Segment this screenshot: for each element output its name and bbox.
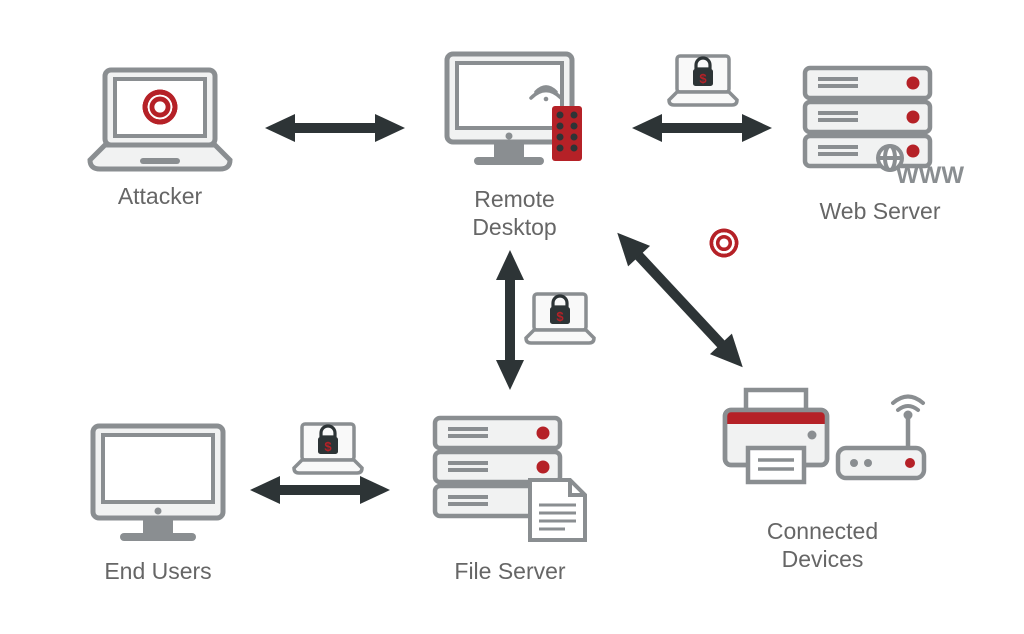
label-connected-devices: Connected Devices xyxy=(710,518,935,573)
printer-icon xyxy=(725,390,827,482)
svg-text:$: $ xyxy=(699,71,707,86)
arrow-remote-devices xyxy=(606,222,753,377)
node-remote-desktop: Remote Desktop xyxy=(432,48,597,241)
ransom-overlay-eu-fs: $ xyxy=(288,410,368,480)
server-web-icon: WWW xyxy=(790,60,970,190)
label-end-users: End Users xyxy=(78,558,238,586)
remote-control-icon xyxy=(552,106,582,161)
label-remote-desktop: Remote Desktop xyxy=(432,186,597,241)
ransom-laptop-icon: $ xyxy=(288,410,368,480)
www-label: WWW xyxy=(896,162,964,189)
arrow-users-file xyxy=(250,476,390,504)
router-icon xyxy=(838,397,924,479)
biohazard-overlay-icon xyxy=(707,226,741,260)
ransom-overlay-rd-ws: $ xyxy=(663,42,743,112)
svg-text:$: $ xyxy=(556,309,564,324)
ransom-laptop-icon: $ xyxy=(520,280,600,350)
label-web-server: Web Server xyxy=(790,198,970,226)
label-attacker: Attacker xyxy=(80,183,240,211)
arrow-attacker-remote xyxy=(265,114,405,142)
node-connected-devices: Connected Devices xyxy=(710,370,935,573)
server-file-icon xyxy=(420,410,600,550)
label-file-server: File Server xyxy=(420,558,600,586)
node-web-server: WWW Web Server xyxy=(790,60,970,226)
ransom-overlay-rd-fs: $ xyxy=(520,280,600,350)
laptop-icon xyxy=(80,65,240,175)
node-end-users: End Users xyxy=(78,420,238,586)
node-attacker: Attacker xyxy=(80,65,240,211)
svg-text:$: $ xyxy=(324,439,332,454)
node-file-server: File Server xyxy=(420,410,600,586)
document-icon xyxy=(530,480,585,540)
monitor-remote-icon xyxy=(432,48,597,178)
devices-icon xyxy=(710,370,935,510)
monitor-icon xyxy=(78,420,238,550)
ransom-laptop-icon: $ xyxy=(663,42,743,112)
diagram-canvas: Attacker Remote Desktop xyxy=(0,0,1024,634)
arrow-remote-web xyxy=(632,114,772,142)
